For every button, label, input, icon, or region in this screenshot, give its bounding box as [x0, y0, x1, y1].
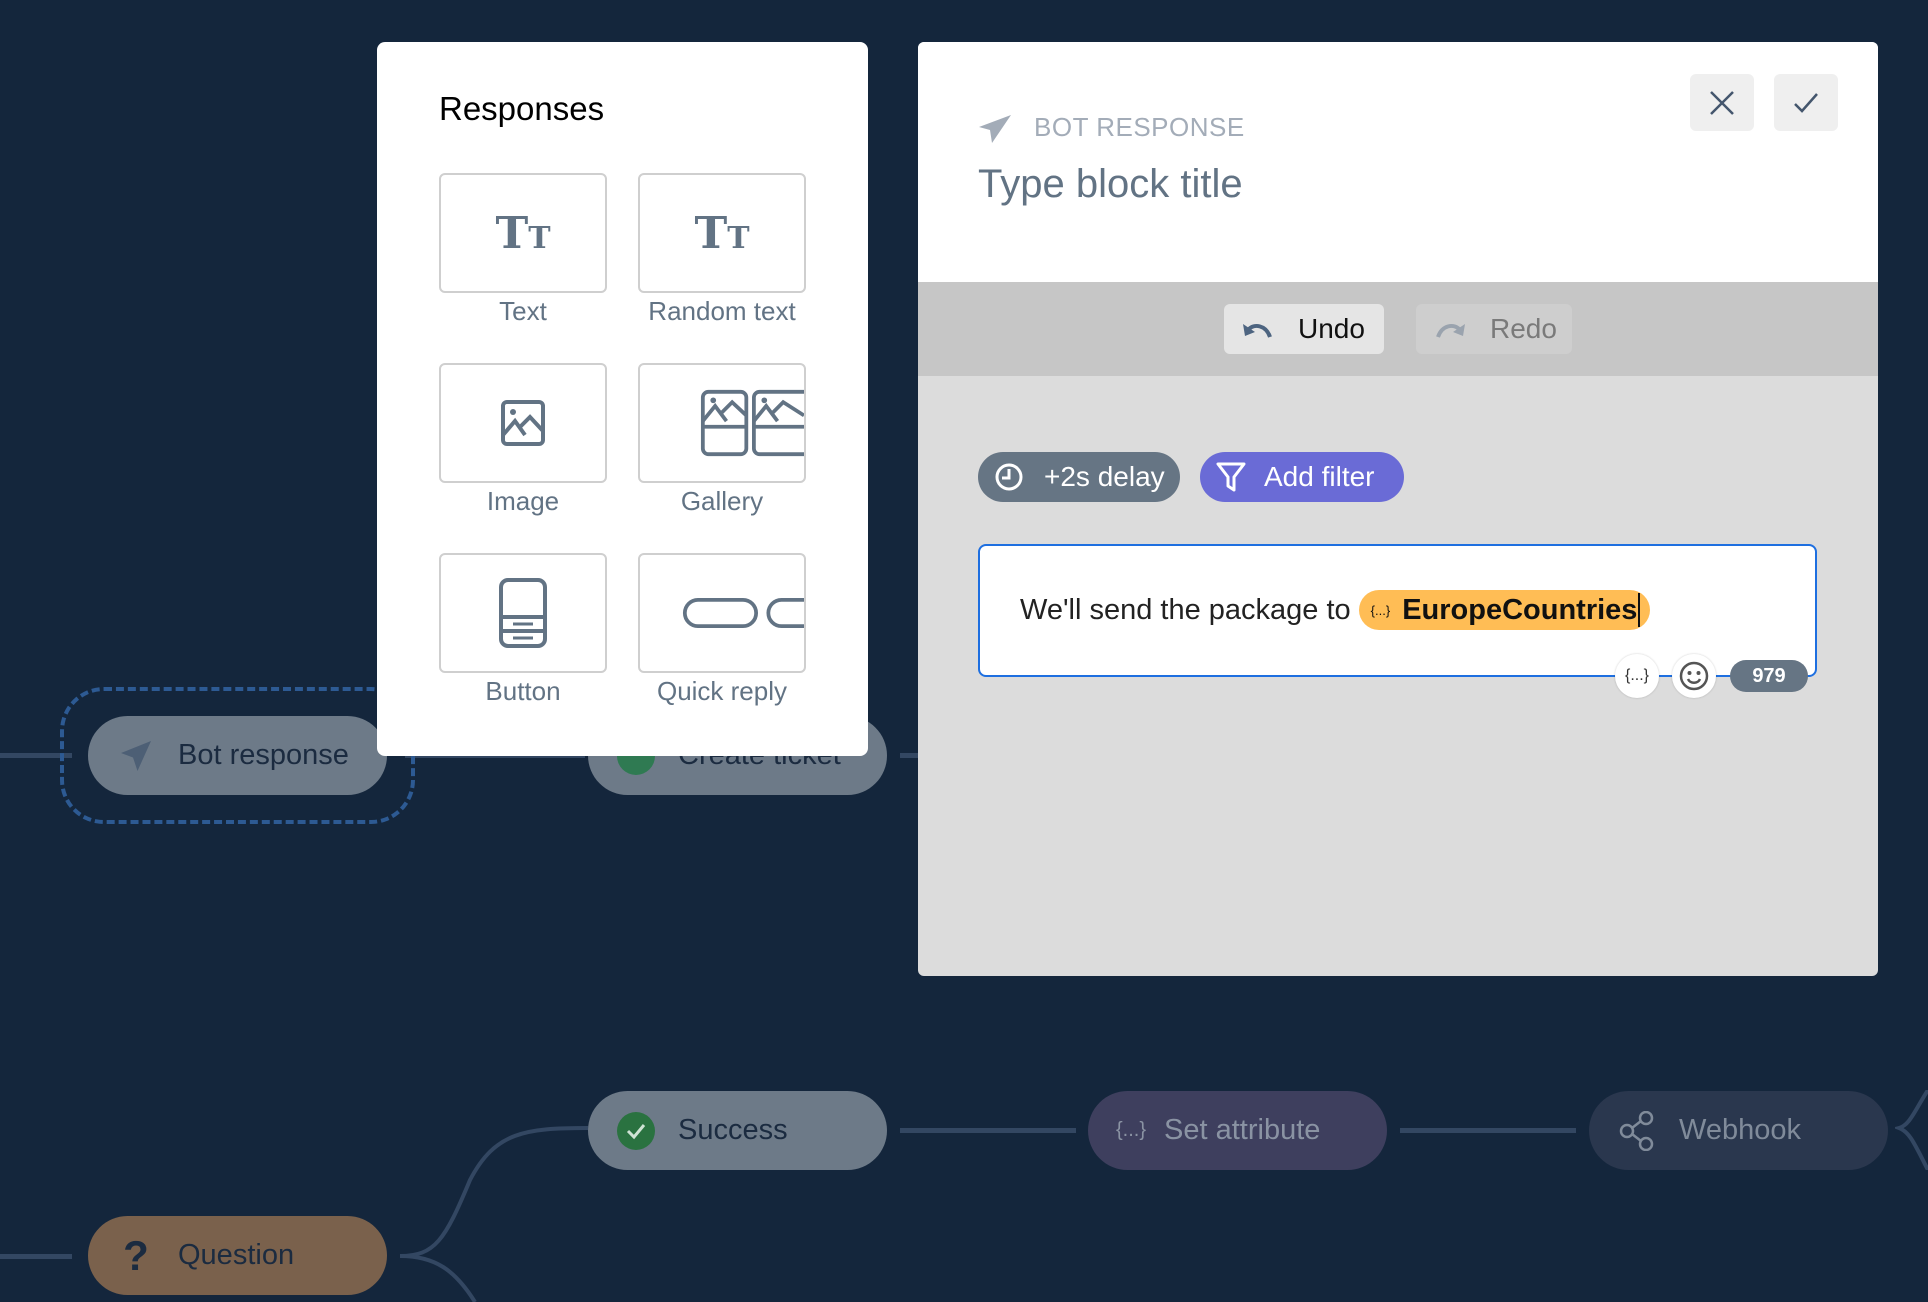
check-circle-icon	[616, 1111, 656, 1151]
editor-header: BOT RESPONSE Type block title	[918, 42, 1878, 282]
paper-plane-icon	[978, 114, 1012, 149]
check-icon	[1794, 92, 1818, 113]
message-content: We'll send the package to {...} EuropeCo…	[1020, 590, 1651, 630]
response-tile-quick-reply[interactable]	[638, 553, 806, 673]
close-icon	[1710, 90, 1734, 115]
text-format-icon: TT	[694, 207, 750, 259]
response-tile-text[interactable]: TT	[439, 173, 607, 293]
message-text: We'll send the package to	[1020, 593, 1351, 626]
delay-button[interactable]: +2s delay	[978, 452, 1180, 502]
response-label: Quick reply	[656, 676, 788, 706]
response-label: Text	[499, 296, 547, 326]
edge	[1400, 1128, 1576, 1133]
response-tile-gallery[interactable]	[638, 363, 806, 483]
response-label: Image	[486, 486, 560, 516]
add-filter-button[interactable]: Add filter	[1200, 452, 1404, 502]
response-tile-image[interactable]	[439, 363, 607, 483]
redo-button[interactable]: Redo	[1416, 304, 1572, 354]
undo-label: Undo	[1298, 313, 1365, 344]
undo-icon	[1243, 323, 1272, 338]
branch-connector	[399, 1126, 589, 1302]
node-question[interactable]: ? Question	[88, 1216, 387, 1295]
node-label: Webhook	[1679, 1114, 1801, 1146]
edge	[900, 1128, 1076, 1133]
branch-connector	[1895, 1090, 1928, 1170]
responses-title: Responses	[439, 90, 605, 127]
filter-label: Add filter	[1264, 461, 1375, 492]
text-caret	[1638, 593, 1641, 627]
gallery-icon	[700, 389, 804, 457]
variable-chip[interactable]: {...} EuropeCountries	[1358, 590, 1651, 630]
edge	[900, 753, 920, 758]
braces-icon: {...}	[1624, 667, 1650, 684]
edge	[0, 1254, 72, 1259]
quick-reply-icon	[682, 597, 804, 629]
node-label: Bot response	[178, 739, 349, 771]
response-label: Random text	[648, 296, 796, 326]
filter-icon	[1216, 462, 1246, 492]
close-button[interactable]	[1690, 74, 1754, 131]
variable-name: EuropeCountries	[1402, 593, 1638, 626]
node-set-attribute[interactable]: {...} Set attribute	[1088, 1091, 1387, 1170]
editor-toolbar: Undo Redo	[918, 282, 1878, 376]
smile-icon	[1679, 661, 1709, 691]
response-label: Button	[485, 676, 561, 706]
undo-button[interactable]: Undo	[1224, 304, 1384, 354]
question-icon: ?	[123, 1231, 149, 1279]
emoji-button[interactable]	[1672, 654, 1716, 698]
delay-label: +2s delay	[1044, 461, 1165, 492]
share-icon	[1617, 1110, 1657, 1151]
insert-variable-button[interactable]: {...}	[1615, 654, 1659, 698]
paper-plane-icon	[116, 736, 156, 776]
responses-panel: Responses TT Text TT Random text Image G…	[377, 42, 868, 756]
braces-icon: {...}	[1370, 602, 1391, 618]
character-count: 979	[1730, 660, 1808, 692]
node-label: Success	[678, 1114, 788, 1146]
node-bot-response[interactable]: Bot response	[88, 716, 387, 795]
response-tile-button[interactable]	[439, 553, 607, 673]
redo-label: Redo	[1490, 313, 1557, 344]
image-icon	[501, 400, 545, 446]
node-success[interactable]: Success	[588, 1091, 887, 1170]
node-label: Set attribute	[1164, 1114, 1321, 1146]
text-format-icon: TT	[495, 207, 551, 259]
braces-icon: {...}	[1116, 1119, 1147, 1141]
block-title-input[interactable]: Type block title	[978, 162, 1243, 207]
confirm-button[interactable]	[1774, 74, 1838, 131]
response-label: Gallery	[680, 486, 764, 516]
redo-icon	[1436, 323, 1465, 338]
block-editor-panel: BOT RESPONSE Type block title Undo Redo …	[918, 42, 1878, 976]
node-label: Question	[178, 1239, 295, 1271]
node-webhook[interactable]: Webhook	[1589, 1091, 1888, 1170]
button-icon	[499, 578, 547, 648]
response-tile-random-text[interactable]: TT	[638, 173, 806, 293]
clock-icon	[995, 463, 1023, 491]
block-type-label: BOT RESPONSE	[1034, 112, 1245, 142]
